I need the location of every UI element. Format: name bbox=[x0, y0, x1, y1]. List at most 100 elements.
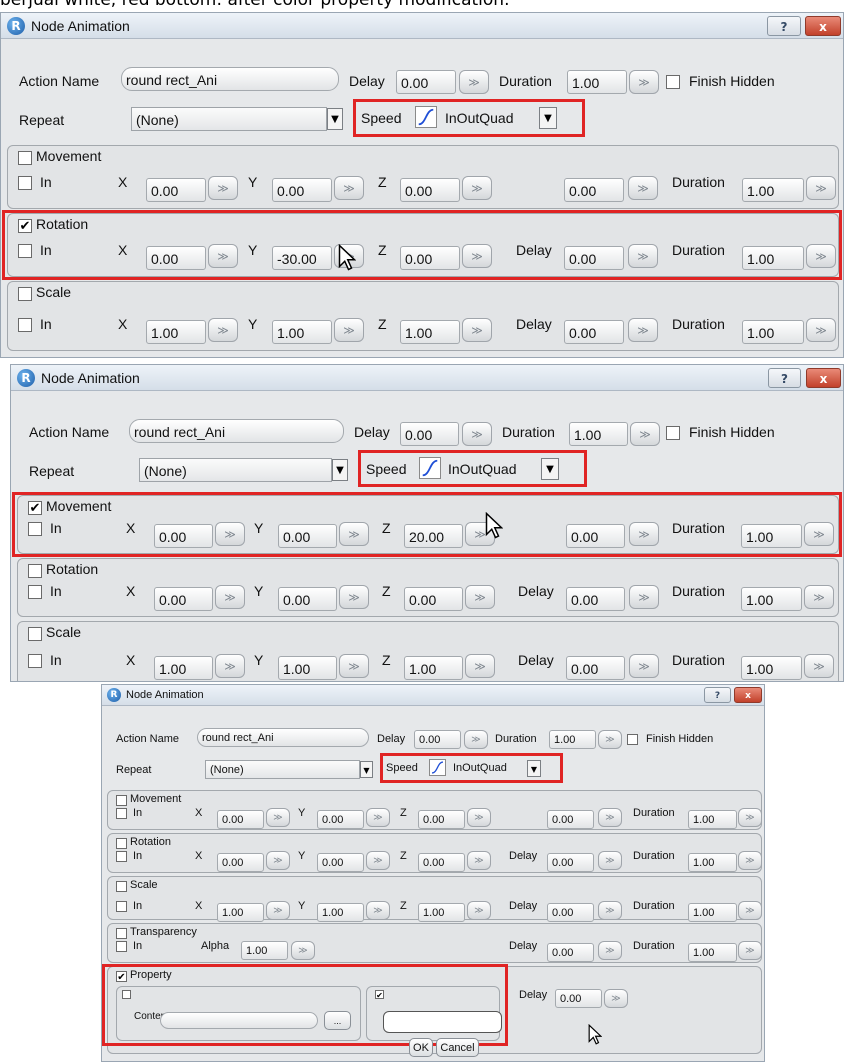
repeat-combo[interactable]: (None) bbox=[205, 760, 360, 779]
scale-x-spin-icon[interactable]: ≫ bbox=[208, 318, 238, 342]
scale-z-field[interactable]: 1.00 bbox=[404, 656, 463, 680]
scale-x-spin-icon[interactable]: ≫ bbox=[266, 901, 290, 920]
movement-x-field[interactable]: 0.00 bbox=[146, 178, 206, 202]
delay-field[interactable]: 0.00 bbox=[414, 730, 461, 749]
movement-delay-spin-icon[interactable]: ≫ bbox=[598, 808, 622, 827]
transparency-delay-field[interactable]: 0.00 bbox=[547, 943, 594, 962]
movement-duration-spin-icon[interactable]: ≫ bbox=[806, 176, 836, 200]
rotation-delay-field[interactable]: 0.00 bbox=[566, 587, 625, 611]
finish-hidden-checkbox[interactable] bbox=[666, 75, 680, 89]
duration-field[interactable]: 1.00 bbox=[567, 70, 627, 94]
delay-spin-icon[interactable]: ≫ bbox=[464, 730, 488, 749]
cancel-button[interactable]: Cancel bbox=[436, 1038, 479, 1057]
movement-x-spin-icon[interactable]: ≫ bbox=[266, 808, 290, 827]
scale-duration-field[interactable]: 1.00 bbox=[688, 903, 737, 922]
movement-in-checkbox[interactable] bbox=[18, 176, 32, 190]
movement-z-field[interactable]: 0.00 bbox=[400, 178, 460, 202]
help-button[interactable]: ? bbox=[768, 368, 801, 388]
movement-y-field[interactable]: 0.00 bbox=[272, 178, 332, 202]
movement-z-spin-icon[interactable]: ≫ bbox=[462, 176, 492, 200]
rotation-in-checkbox[interactable] bbox=[28, 585, 42, 599]
rotation-x-field[interactable]: 0.00 bbox=[217, 853, 264, 872]
repeat-dropdown-icon[interactable]: ▼ bbox=[360, 761, 373, 778]
scale-x-field[interactable]: 1.00 bbox=[217, 903, 264, 922]
movement-duration-field[interactable]: 1.00 bbox=[688, 810, 737, 829]
scale-z-field[interactable]: 1.00 bbox=[418, 903, 465, 922]
rotation-y-field[interactable]: 0.00 bbox=[317, 853, 364, 872]
close-button[interactable]: x bbox=[805, 16, 841, 36]
movement-checkbox[interactable] bbox=[116, 795, 127, 806]
rotation-z-spin-icon[interactable]: ≫ bbox=[467, 851, 491, 870]
scale-duration-spin-icon[interactable]: ≫ bbox=[804, 654, 834, 678]
rotation-y-spin-icon[interactable]: ≫ bbox=[339, 585, 369, 609]
movement-z-spin-icon[interactable]: ≫ bbox=[467, 808, 491, 827]
alpha-field[interactable]: 1.00 bbox=[241, 941, 288, 960]
rotation-duration-spin-icon[interactable]: ≫ bbox=[804, 585, 834, 609]
movement-delay-spin-icon[interactable]: ≫ bbox=[628, 176, 658, 200]
scale-x-field[interactable]: 1.00 bbox=[154, 656, 213, 680]
scale-duration-field[interactable]: 1.00 bbox=[741, 656, 802, 680]
action-name-field[interactable]: round rect_Ani bbox=[129, 419, 344, 443]
movement-duration-field[interactable]: 1.00 bbox=[742, 178, 804, 202]
rotation-checkbox[interactable] bbox=[116, 838, 127, 849]
duration-spin-icon[interactable]: ≫ bbox=[598, 730, 622, 749]
rotation-duration-field[interactable]: 1.00 bbox=[741, 587, 802, 611]
delay-field[interactable]: 0.00 bbox=[400, 422, 459, 446]
movement-checkbox[interactable] bbox=[18, 151, 32, 165]
delay-field[interactable]: 0.00 bbox=[396, 70, 456, 94]
rotation-y-field[interactable]: 0.00 bbox=[278, 587, 337, 611]
scale-z-spin-icon[interactable]: ≫ bbox=[462, 318, 492, 342]
rotation-x-spin-icon[interactable]: ≫ bbox=[266, 851, 290, 870]
transparency-checkbox[interactable] bbox=[116, 928, 127, 939]
movement-y-spin-icon[interactable]: ≫ bbox=[334, 176, 364, 200]
rotation-delay-field[interactable]: 0.00 bbox=[547, 853, 594, 872]
scale-z-field[interactable]: 1.00 bbox=[400, 320, 460, 344]
rotation-duration-spin-icon[interactable]: ≫ bbox=[738, 851, 762, 870]
movement-y-field[interactable]: 0.00 bbox=[317, 810, 364, 829]
scale-delay-spin-icon[interactable]: ≫ bbox=[628, 318, 658, 342]
transparency-duration-spin-icon[interactable]: ≫ bbox=[738, 941, 762, 960]
rotation-x-field[interactable]: 0.00 bbox=[154, 587, 213, 611]
scale-duration-spin-icon[interactable]: ≫ bbox=[738, 901, 762, 920]
scale-duration-spin-icon[interactable]: ≫ bbox=[806, 318, 836, 342]
scale-y-spin-icon[interactable]: ≫ bbox=[366, 901, 390, 920]
rotation-z-field[interactable]: 0.00 bbox=[404, 587, 463, 611]
action-name-field[interactable]: round rect_Ani bbox=[197, 728, 369, 747]
movement-duration-spin-icon[interactable]: ≫ bbox=[738, 808, 762, 827]
property-delay-field[interactable]: 0.00 bbox=[555, 989, 602, 1008]
rotation-duration-field[interactable]: 1.00 bbox=[688, 853, 737, 872]
scale-x-field[interactable]: 1.00 bbox=[146, 320, 206, 344]
scale-y-field[interactable]: 1.00 bbox=[278, 656, 337, 680]
scale-in-checkbox[interactable] bbox=[116, 901, 127, 912]
close-button[interactable]: x bbox=[806, 368, 841, 388]
finish-hidden-checkbox[interactable] bbox=[627, 734, 638, 745]
finish-hidden-checkbox[interactable] bbox=[666, 426, 680, 440]
scale-z-spin-icon[interactable]: ≫ bbox=[465, 654, 495, 678]
transparency-in-checkbox[interactable] bbox=[116, 941, 127, 952]
movement-delay-field[interactable]: 0.00 bbox=[547, 810, 594, 829]
rotation-x-spin-icon[interactable]: ≫ bbox=[215, 585, 245, 609]
movement-z-field[interactable]: 0.00 bbox=[418, 810, 465, 829]
repeat-combo[interactable]: (None) bbox=[131, 107, 327, 131]
help-button[interactable]: ? bbox=[767, 16, 801, 36]
scale-y-field[interactable]: 1.00 bbox=[317, 903, 364, 922]
movement-in-checkbox[interactable] bbox=[116, 808, 127, 819]
duration-spin-icon[interactable]: ≫ bbox=[630, 422, 660, 446]
duration-field[interactable]: 1.00 bbox=[569, 422, 628, 446]
scale-y-field[interactable]: 1.00 bbox=[272, 320, 332, 344]
scale-in-checkbox[interactable] bbox=[18, 318, 32, 332]
scale-duration-field[interactable]: 1.00 bbox=[742, 320, 804, 344]
movement-x-spin-icon[interactable]: ≫ bbox=[208, 176, 238, 200]
rotation-y-spin-icon[interactable]: ≫ bbox=[366, 851, 390, 870]
transparency-duration-field[interactable]: 1.00 bbox=[688, 943, 737, 962]
property-delay-spin-icon[interactable]: ≫ bbox=[604, 989, 628, 1008]
scale-checkbox[interactable] bbox=[28, 627, 42, 641]
delay-spin-icon[interactable]: ≫ bbox=[462, 422, 492, 446]
action-name-field[interactable]: round rect_Ani bbox=[121, 67, 339, 91]
scale-checkbox[interactable] bbox=[18, 287, 32, 301]
scale-x-spin-icon[interactable]: ≫ bbox=[215, 654, 245, 678]
rotation-checkbox[interactable] bbox=[28, 564, 42, 578]
scale-y-spin-icon[interactable]: ≫ bbox=[339, 654, 369, 678]
rotation-delay-spin-icon[interactable]: ≫ bbox=[598, 851, 622, 870]
rotation-z-field[interactable]: 0.00 bbox=[418, 853, 465, 872]
